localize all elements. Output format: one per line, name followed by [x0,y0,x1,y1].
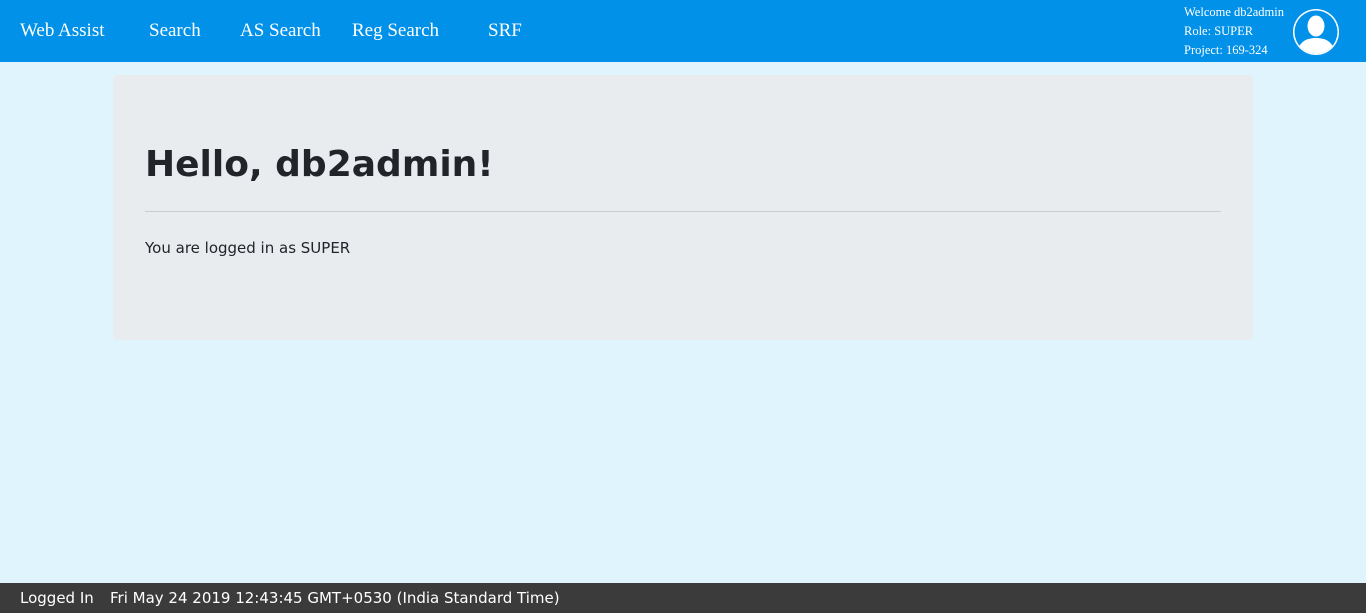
nav-link-reg-search[interactable]: Reg Search [352,19,439,43]
user-avatar-icon[interactable] [1291,7,1341,57]
project-text: Project: 169-324 [1184,43,1268,57]
user-info: Welcome db2admin Role: SUPER Project: 16… [1184,3,1284,60]
divider [145,211,1221,212]
current-datetime: Fri May 24 2019 12:43:45 GMT+0530 (India… [110,589,560,607]
role-text: Role: SUPER [1184,24,1254,38]
welcome-text: Welcome db2admin [1184,5,1285,19]
nav-link-as-search[interactable]: AS Search [240,19,321,43]
top-navbar: Web Assist Search AS Search Reg Search S… [0,0,1366,62]
login-status: Logged In [20,589,94,607]
status-footer: Logged In Fri May 24 2019 12:43:45 GMT+0… [0,583,1366,613]
login-role-message: You are logged in as SUPER [145,239,351,257]
greeting-heading: Hello, db2admin! [145,144,494,185]
welcome-panel: Hello, db2admin! You are logged in as SU… [113,75,1253,340]
brand-link[interactable]: Web Assist [20,19,105,43]
nav-link-search[interactable]: Search [149,19,201,43]
nav-link-srf[interactable]: SRF [488,19,522,43]
